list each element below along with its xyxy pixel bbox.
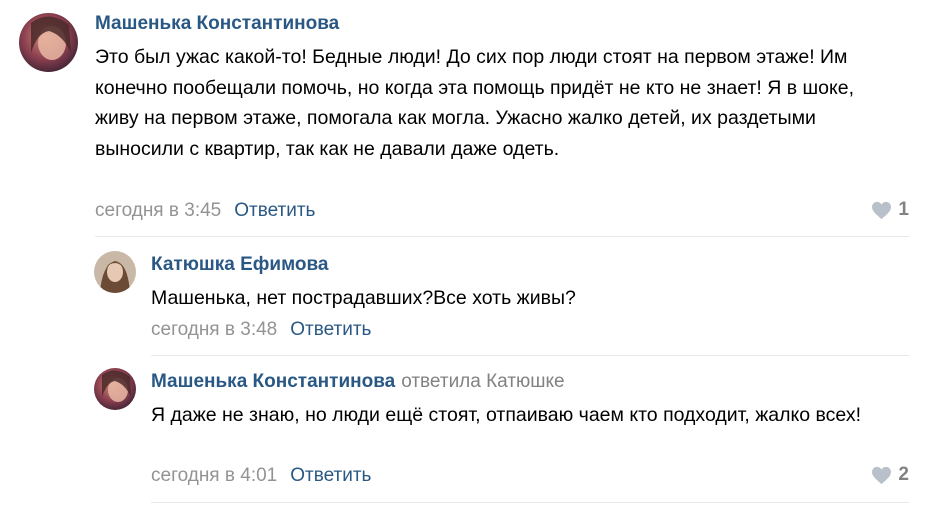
reply-button[interactable]: Ответить	[290, 465, 371, 486]
reply-to-link[interactable]: ответила Катюшке	[401, 371, 564, 392]
avatar[interactable]	[94, 368, 136, 410]
comment-date[interactable]: сегодня в 3:45	[95, 200, 221, 221]
heart-icon	[871, 466, 892, 485]
comment-author[interactable]: Катюшка Ефимова	[151, 254, 329, 276]
like-button[interactable]: 1	[871, 199, 909, 221]
divider	[151, 502, 909, 503]
avatar[interactable]	[19, 13, 78, 72]
comment-author[interactable]: Машенька Константинова	[95, 13, 339, 35]
heart-icon	[871, 201, 892, 220]
comment-author: Машенька Константинова ответила Катюшке	[151, 371, 565, 393]
comment-date[interactable]: сегодня в 4:01	[151, 465, 277, 486]
comment-text: Я даже не знаю, но люди ещё стоят, отпаи…	[151, 404, 861, 426]
comment-date[interactable]: сегодня в 3:48	[151, 319, 277, 340]
comment-meta: сегодня в 4:01 Ответить	[151, 465, 371, 487]
like-count: 2	[898, 464, 909, 485]
comment-text: Машенька, нет пострадавших?Все хоть живы…	[151, 287, 576, 309]
like-button[interactable]: 2	[871, 464, 909, 486]
comment-meta: сегодня в 3:45 Ответить	[95, 200, 315, 222]
reply-button[interactable]: Ответить	[290, 319, 371, 340]
comment-text: Это был ужас какой-то! Бедные люди! До с…	[95, 46, 854, 160]
divider	[151, 355, 909, 356]
like-count: 1	[898, 199, 909, 220]
author-name-link[interactable]: Машенька Константинова	[151, 371, 395, 392]
avatar[interactable]	[94, 251, 136, 293]
reply-button[interactable]: Ответить	[234, 200, 315, 221]
divider	[95, 236, 909, 237]
comment-meta: сегодня в 3:48 Ответить	[151, 319, 371, 341]
